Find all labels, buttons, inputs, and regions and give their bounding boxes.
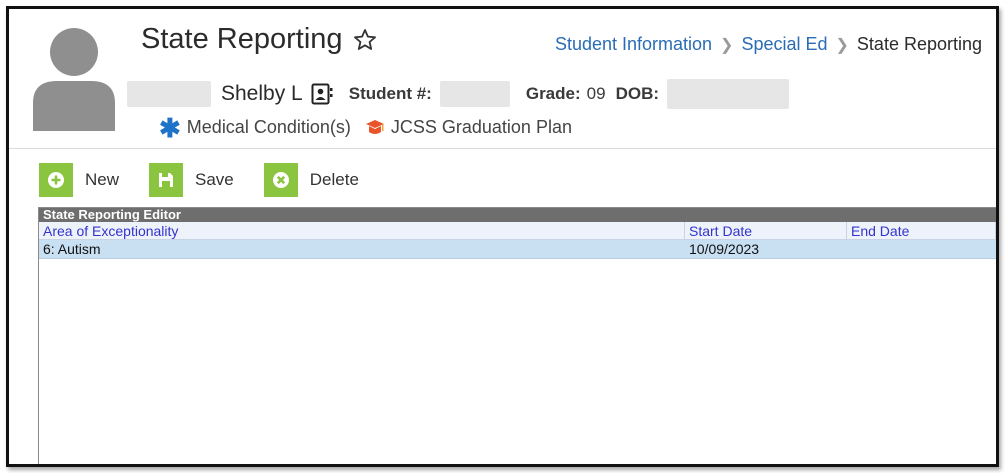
cell-area: 6: Autism — [43, 241, 101, 257]
page-title: State Reporting — [141, 23, 377, 56]
chevron-right-icon: ❯ — [835, 36, 849, 54]
student-number-label: Student #: — [348, 84, 432, 103]
table-row[interactable]: 6: Autism 10/09/2023 — [39, 240, 996, 259]
app-frame: State Reporting Student Information ❯ Sp… — [6, 6, 999, 467]
avatar-icon — [33, 28, 115, 131]
page-header: State Reporting Student Information ❯ Sp… — [9, 9, 996, 149]
chevron-right-icon: ❯ — [720, 36, 734, 54]
graduation-plan-label: JCSS Graduation Plan — [390, 117, 572, 137]
delete-icon — [263, 163, 298, 197]
page-title-text: State Reporting — [141, 23, 343, 55]
breadcrumb-state-reporting: State Reporting — [856, 34, 982, 54]
column-header-start-date[interactable]: Start Date — [685, 222, 847, 239]
redacted-dob — [667, 79, 790, 109]
asterisk-icon: ✱ — [159, 112, 181, 143]
editor-title: State Reporting Editor — [39, 208, 996, 222]
student-flags: ✱ Medical Condition(s) JCSS Graduation P… — [159, 112, 572, 143]
redacted-student-number — [439, 81, 510, 107]
breadcrumb-special-ed[interactable]: Special Ed — [741, 34, 827, 55]
dob-label: DOB: — [615, 84, 660, 103]
student-name: Shelby L — [221, 82, 303, 105]
graduation-plan-flag[interactable]: JCSS Graduation Plan — [365, 117, 572, 138]
grid-header: Area of Exceptionality Start Date End Da… — [39, 222, 996, 240]
save-button[interactable]: Save — [149, 163, 234, 197]
redacted-first-name — [127, 81, 211, 107]
medical-condition-label: Medical Condition(s) — [186, 117, 351, 137]
breadcrumb-student-information[interactable]: Student Information — [555, 34, 712, 55]
new-button-label: New — [85, 170, 120, 189]
student-info-row: Shelby L Student #: Grade: 09 DOB: — [127, 79, 790, 109]
delete-button[interactable]: Delete — [263, 163, 359, 197]
state-reporting-editor: State Reporting Editor Area of Exception… — [38, 207, 996, 464]
breadcrumb: Student Information ❯ Special Ed ❯ State… — [555, 34, 982, 55]
grade-label: Grade: — [525, 84, 581, 103]
toolbar: New Save Delete — [39, 163, 389, 197]
cell-start-date: 10/09/2023 — [689, 241, 760, 257]
column-header-area[interactable]: Area of Exceptionality — [39, 222, 685, 239]
save-button-label: Save — [195, 170, 234, 189]
grade-value: 09 — [586, 84, 606, 103]
cell-end-date — [847, 240, 996, 258]
plus-icon — [39, 163, 73, 197]
new-button[interactable]: New — [39, 163, 119, 197]
column-header-end-date[interactable]: End Date — [847, 222, 996, 239]
save-icon — [149, 163, 184, 197]
contact-card-icon[interactable] — [311, 83, 333, 105]
delete-button-label: Delete — [309, 170, 359, 189]
graduation-cap-icon — [365, 119, 384, 134]
star-icon[interactable] — [353, 28, 377, 52]
medical-condition-flag[interactable]: ✱ Medical Condition(s) — [159, 112, 351, 143]
